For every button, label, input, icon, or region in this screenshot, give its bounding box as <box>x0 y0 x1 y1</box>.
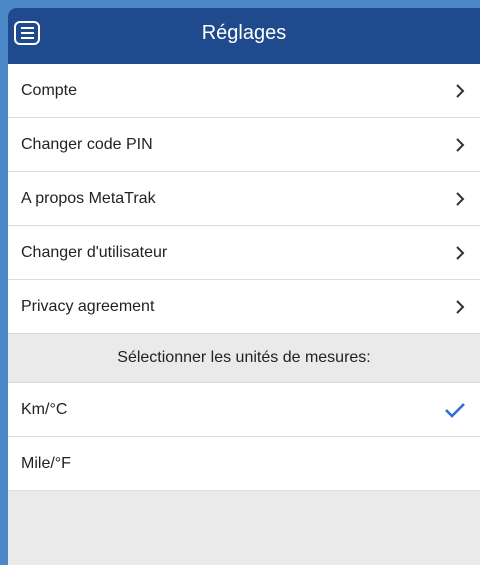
settings-item-compte[interactable]: Compte <box>8 64 480 118</box>
unit-option-mile-f[interactable]: Mile/°F <box>8 437 480 491</box>
unit-option-km-c[interactable]: Km/°C <box>8 383 480 437</box>
units-section-header: Sélectionner les unités de mesures: <box>8 334 480 383</box>
app-header: Réglages <box>8 8 480 64</box>
empty-area <box>8 491 480 565</box>
settings-item-label: Compte <box>21 81 78 99</box>
page-title: Réglages <box>201 22 287 44</box>
settings-item-about[interactable]: A propos MetaTrak <box>8 172 480 226</box>
settings-item-privacy[interactable]: Privacy agreement <box>8 280 480 334</box>
settings-item-change-pin[interactable]: Changer code PIN <box>8 118 480 172</box>
settings-item-label: Changer code PIN <box>21 135 153 153</box>
checkmark-icon <box>445 402 465 418</box>
chevron-right-icon <box>456 245 465 260</box>
chevron-right-icon <box>456 137 465 152</box>
unit-option-label: Mile/°F <box>21 454 71 472</box>
settings-item-label: Privacy agreement <box>21 297 155 315</box>
settings-item-change-user[interactable]: Changer d'utilisateur <box>8 226 480 280</box>
unit-option-label: Km/°C <box>21 400 68 418</box>
settings-item-label: Changer d'utilisateur <box>21 243 168 261</box>
chevron-right-icon <box>456 191 465 206</box>
chevron-right-icon <box>456 299 465 314</box>
settings-item-label: A propos MetaTrak <box>21 189 156 207</box>
settings-list: Compte Changer code PIN A propos MetaTra… <box>8 64 480 334</box>
settings-screen: Réglages Compte Changer code PIN A propo… <box>8 8 480 565</box>
chevron-right-icon <box>456 83 465 98</box>
units-list: Km/°C Mile/°F <box>8 383 480 491</box>
